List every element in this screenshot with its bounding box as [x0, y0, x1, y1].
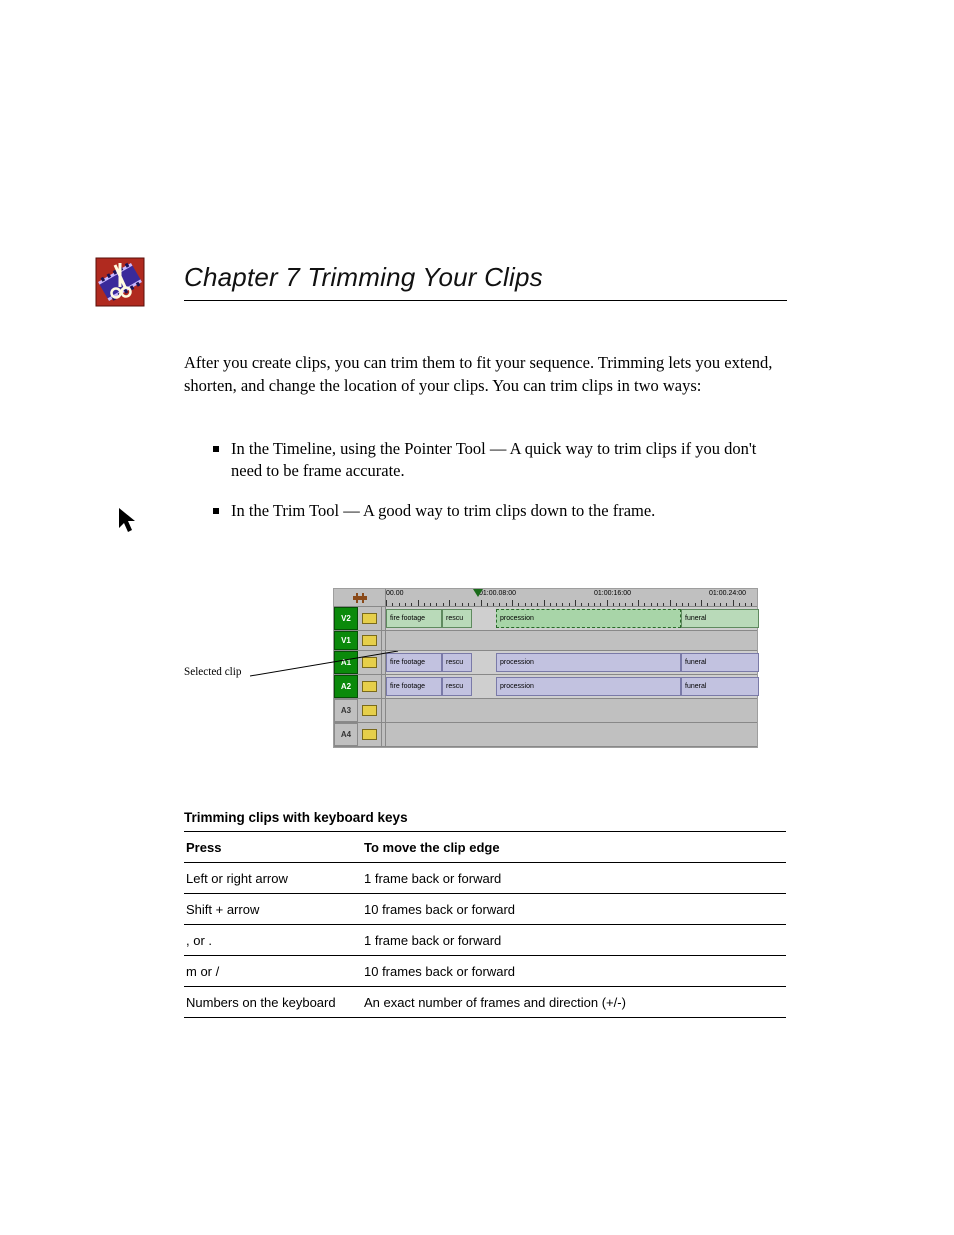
track-lane — [386, 631, 757, 650]
table-cell: 1 frame back or forward — [354, 925, 786, 956]
table-cell: 10 frames back or forward — [354, 894, 786, 925]
table-cell: Shift + arrow — [184, 894, 354, 925]
bullet-dot — [213, 508, 219, 514]
shortcuts-table-wrap: Trimming clips with keyboard keys Press … — [184, 810, 786, 1018]
table-cell: Left or right arrow — [184, 863, 354, 894]
clip: funeral — [681, 609, 759, 628]
track-row-a2: A2 fire footage rescu procession funeral — [334, 675, 757, 699]
track-row-a1: A1 fire footage rescu procession funeral — [334, 651, 757, 675]
ruler-label: 00.00 — [386, 590, 404, 597]
track-label: A4 — [334, 723, 358, 746]
track-lane: fire footage rescu procession funeral — [386, 651, 757, 674]
table-cell: 10 frames back or forward — [354, 956, 786, 987]
timeline-ruler: 00.00 01:00.08:00 01:00:16:00 01:00.24:0… — [386, 589, 757, 606]
track-lane: fire footage rescu procession funeral — [386, 675, 757, 698]
table-row: m or / 10 frames back or forward — [184, 956, 786, 987]
clip: rescu — [442, 677, 472, 696]
clip: procession — [496, 653, 681, 672]
track-label: V1 — [334, 631, 358, 650]
list-item-text: In the Timeline, using the Pointer Tool … — [231, 438, 787, 483]
track-toggle — [358, 651, 382, 674]
list-item: In the Trim Tool — A good way to trim cl… — [213, 500, 787, 522]
track-row-a3: A3 — [334, 699, 757, 723]
table-cell: Numbers on the keyboard — [184, 987, 354, 1018]
pointer-cursor-icon — [117, 506, 141, 535]
track-toggle — [358, 675, 382, 698]
timeline-scale-icon — [334, 589, 386, 606]
clip: fire footage — [386, 677, 442, 696]
track-label: A2 — [334, 675, 358, 698]
bullet-list: In the Timeline, using the Pointer Tool … — [213, 438, 787, 539]
clip: funeral — [681, 653, 759, 672]
table-title: Trimming clips with keyboard keys — [184, 810, 786, 825]
clip-selected: procession — [496, 609, 681, 628]
track-lane — [386, 723, 757, 746]
clip: rescu — [442, 609, 472, 628]
table-header: To move the clip edge — [354, 832, 786, 863]
ruler-label: 01:00.24:00 — [709, 590, 746, 597]
track-row-v2: V2 fire footage rescu procession funeral — [334, 607, 757, 631]
timeline-screenshot: 00.00 01:00.08:00 01:00:16:00 01:00.24:0… — [333, 588, 758, 748]
table-row: Left or right arrow 1 frame back or forw… — [184, 863, 786, 894]
track-label: V2 — [334, 607, 358, 630]
table-cell: 1 frame back or forward — [354, 863, 786, 894]
table-row: Shift + arrow 10 frames back or forward — [184, 894, 786, 925]
timeline-ruler-row: 00.00 01:00.08:00 01:00:16:00 01:00.24:0… — [334, 589, 757, 607]
clip: procession — [496, 677, 681, 696]
track-toggle — [358, 607, 382, 630]
list-item: In the Timeline, using the Pointer Tool … — [213, 438, 787, 483]
track-lane — [386, 699, 757, 722]
table-header: Press — [184, 832, 354, 863]
track-label: A1 — [334, 651, 358, 674]
table-cell: An exact number of frames and direction … — [354, 987, 786, 1018]
clip: fire footage — [386, 609, 442, 628]
track-label: A3 — [334, 699, 358, 722]
track-row-v1: V1 — [334, 631, 757, 651]
track-toggle — [358, 631, 382, 650]
track-lane: fire footage rescu procession funeral — [386, 607, 757, 630]
ruler-label: 01:00:16:00 — [594, 590, 631, 597]
table-row: , or . 1 frame back or forward — [184, 925, 786, 956]
track-toggle — [358, 699, 382, 722]
table-cell: m or / — [184, 956, 354, 987]
table-cell: , or . — [184, 925, 354, 956]
table-row: Numbers on the keyboard An exact number … — [184, 987, 786, 1018]
chapter-rule — [184, 300, 787, 301]
ruler-label: 01:00.08:00 — [479, 590, 516, 597]
track-toggle — [358, 723, 382, 746]
ruler-ticks — [386, 599, 757, 606]
scissors-film-icon — [95, 257, 145, 307]
callout-label: Selected clip — [184, 666, 241, 678]
clip: rescu — [442, 653, 472, 672]
playhead-icon — [473, 589, 483, 597]
chapter-title: Chapter 7 Trimming Your Clips — [184, 262, 543, 293]
clip: fire footage — [386, 653, 442, 672]
bullet-dot — [213, 446, 219, 452]
shortcuts-table: Press To move the clip edge Left or righ… — [184, 831, 786, 1018]
intro-paragraph: After you create clips, you can trim the… — [184, 352, 786, 398]
track-row-a4: A4 — [334, 723, 757, 747]
list-item-text: In the Trim Tool — A good way to trim cl… — [231, 500, 655, 522]
clip: funeral — [681, 677, 759, 696]
